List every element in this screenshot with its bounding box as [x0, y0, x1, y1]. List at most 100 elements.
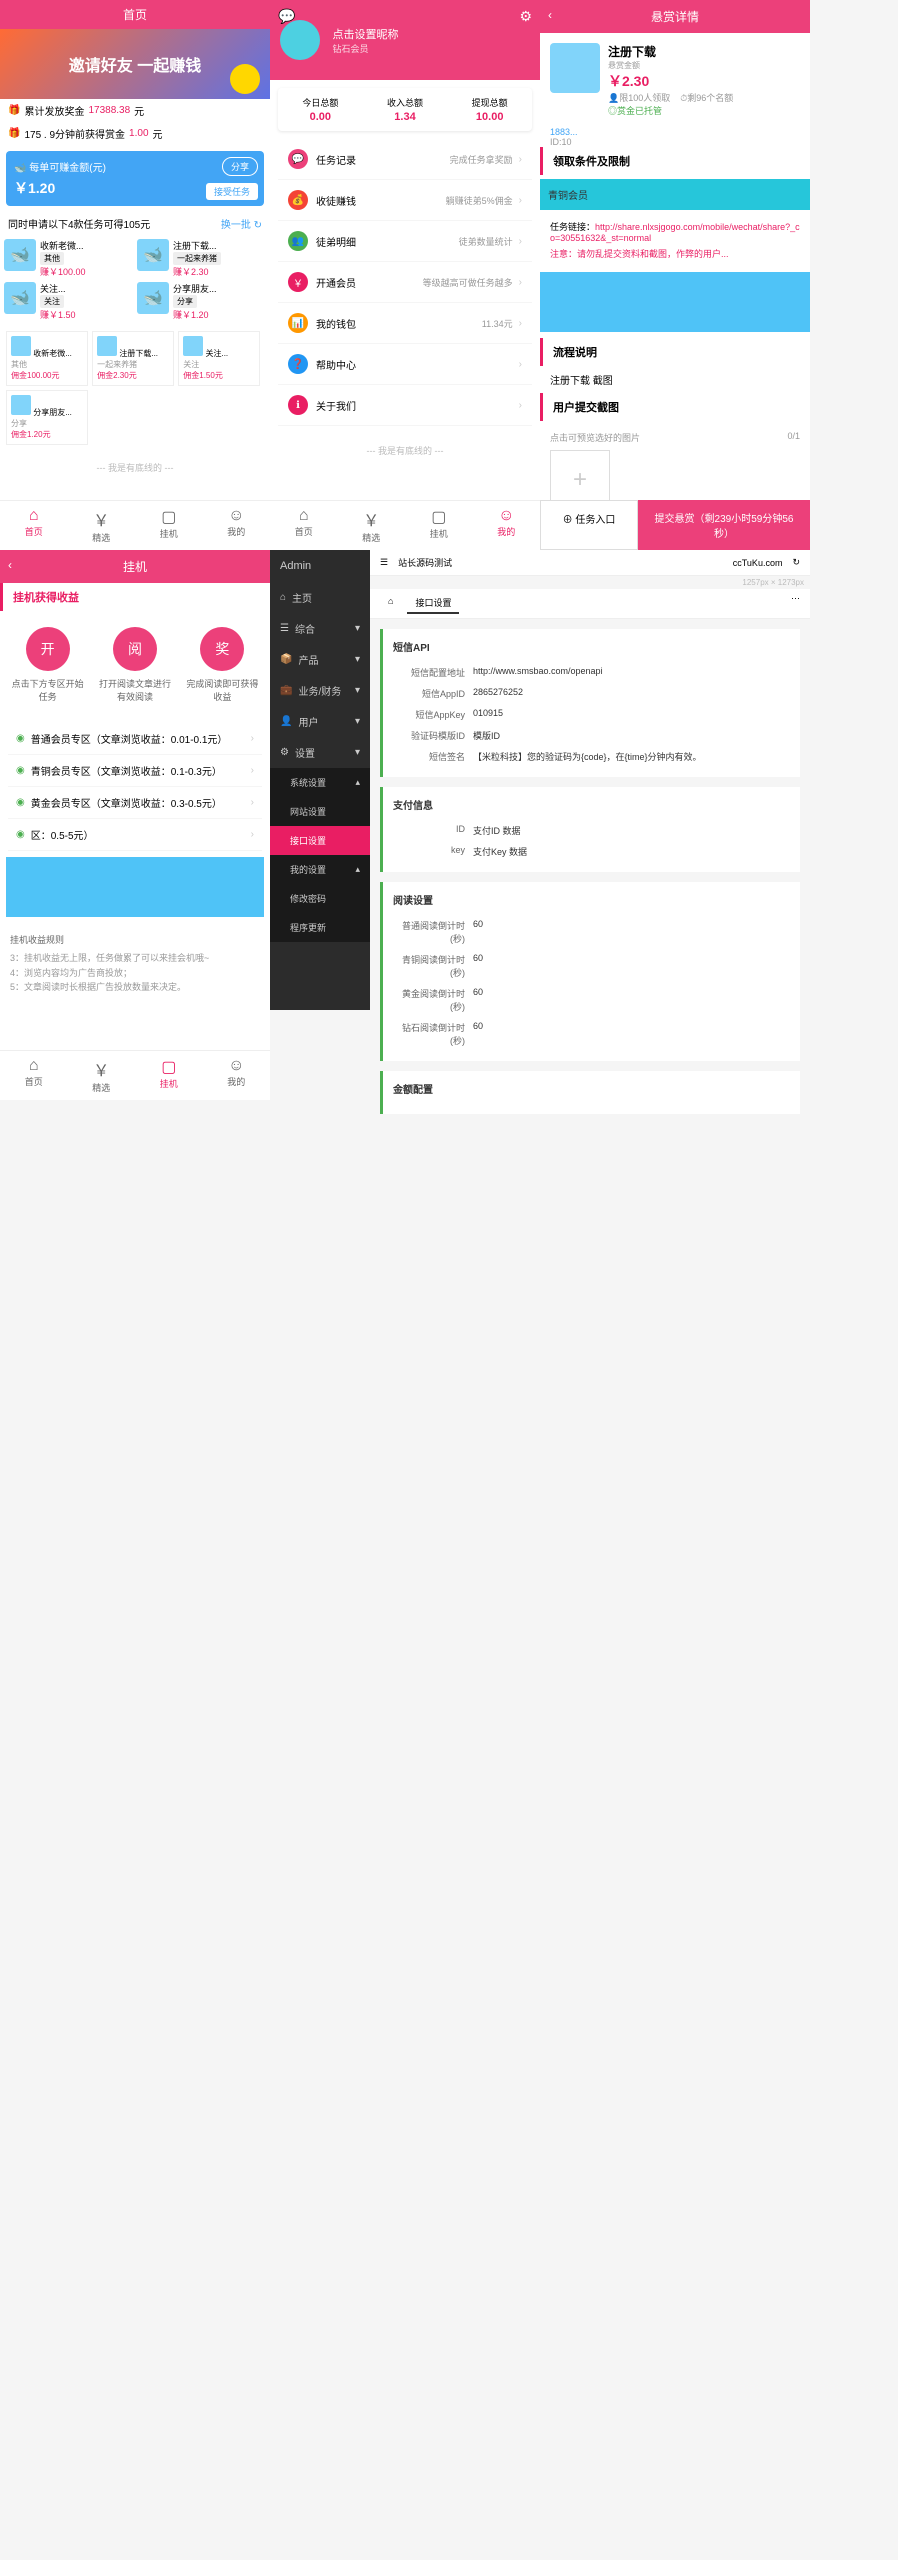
menu-item[interactable]: 💰收徒赚钱躺赚徒弟5%佣金› [278, 180, 532, 221]
whale-icon: 🐋 [137, 282, 169, 314]
avatar[interactable] [280, 20, 320, 60]
sidebar-subitem[interactable]: 接口设置 [270, 826, 370, 855]
settings-icon[interactable]: ⚙ [519, 8, 532, 25]
member-zone[interactable]: ◉普通会员专区（文章浏览收益：0.01-0.1元）› [8, 723, 262, 755]
tab-home[interactable]: ⌂首页 [0, 501, 68, 550]
featured-task-card[interactable]: 🐋 每单可赚金额(元) ￥1.20 分享 接受任务 [6, 151, 264, 206]
sidebar-subitem[interactable]: 我的设置▴ [270, 855, 370, 884]
warning-text: 注意：请勿乱提交资料和截图，作弊的用户... [550, 247, 800, 260]
task-entry-button[interactable]: ⊕ 任务入口 [540, 500, 638, 550]
content-tabs: ⌂ 接口设置 ⋯ [370, 589, 810, 619]
admin-main: ☰ 站长源码测试 ccTuKu.com ↻ 1257px × 1273px ⌂ … [370, 550, 810, 1010]
form-value[interactable]: 60 [473, 919, 483, 945]
balance-stat[interactable]: 收入总额1.34 [363, 88, 448, 131]
sidebar-item[interactable]: 👤用户▾ [270, 706, 370, 737]
menu-item[interactable]: 📊我的钱包11.34元› [278, 303, 532, 344]
tab-profile[interactable]: ☺我的 [203, 1051, 271, 1100]
sidebar-icon: ⌂ [280, 592, 286, 603]
sidebar-subitem[interactable]: 系统设置▴ [270, 768, 370, 797]
menu-item[interactable]: ℹ关于我们› [278, 385, 532, 426]
tab-interface-settings[interactable]: 接口设置 [407, 593, 459, 614]
accept-task-button[interactable]: 接受任务 [206, 183, 258, 200]
chevron-down-icon: ▾ [355, 623, 360, 634]
commission-task[interactable]: 注册下载...一起来养猪佣金2.30元 [92, 331, 174, 386]
task-item[interactable]: 🐋收新老微...其他赚￥100.00 [4, 239, 133, 278]
tab-featured[interactable]: ￥精选 [68, 501, 136, 550]
form-value[interactable]: http://www.smsbao.com/openapi [473, 666, 603, 679]
sidebar-item[interactable]: ⌂主页 [270, 582, 370, 613]
tab-hangup[interactable]: ▢挂机 [135, 501, 203, 550]
menu-icon[interactable]: ☰ [380, 557, 388, 568]
tab-home[interactable]: ⌂首页 [270, 501, 338, 550]
form-value[interactable]: 【米粒科技】您的验证码为{code}，在{time}分钟内有效。 [473, 750, 702, 763]
form-row: 普通阅读倒计时(秒)60 [393, 915, 790, 949]
sidebar-item[interactable]: 📦产品▾ [270, 644, 370, 675]
form-value[interactable]: 支付Key 数据 [473, 845, 527, 858]
sidebar-item[interactable]: ⚙设置▾ [270, 737, 370, 768]
sidebar-subitem[interactable]: 程序更新 [270, 913, 370, 942]
chevron-right-icon: › [519, 195, 522, 206]
task-item[interactable]: 🐋关注...关注赚￥1.50 [4, 282, 133, 321]
tab-home[interactable]: ⌂首页 [0, 1051, 68, 1100]
nickname[interactable]: 点击设置昵称 [332, 26, 398, 42]
tab-profile[interactable]: ☺我的 [473, 501, 541, 550]
task-item[interactable]: 🐋分享朋友...分享赚￥1.20 [137, 282, 266, 321]
refresh-button[interactable]: 换一批 ↻ [221, 216, 262, 231]
detail-header: ‹ 悬赏详情 [540, 0, 810, 33]
task-item[interactable]: 🐋注册下载...一起来养猪赚￥2.30 [137, 239, 266, 278]
end-line: --- 我是有底线的 --- [270, 434, 540, 467]
form-value[interactable]: 2865276252 [473, 687, 523, 700]
tab-hangup[interactable]: ▢挂机 [135, 1051, 203, 1100]
more-icon[interactable]: ⋯ [791, 593, 800, 614]
member-zone[interactable]: ◉区：0.5-5元）› [8, 819, 262, 851]
sidebar-item[interactable]: 💼业务/财务▾ [270, 675, 370, 706]
balance-stat[interactable]: 提现总额10.00 [447, 88, 532, 131]
sidebar-item[interactable]: ☰综合▾ [270, 613, 370, 644]
member-zone[interactable]: ◉青铜会员专区（文章浏览收益：0.1-0.3元）› [8, 755, 262, 787]
form-value[interactable]: 60 [473, 987, 483, 1013]
menu-item[interactable]: ￥开通会员等级越高可做任务越多› [278, 262, 532, 303]
tab-featured[interactable]: ￥精选 [68, 1051, 136, 1100]
back-icon[interactable]: ‹ [548, 8, 552, 22]
action-bar: ⊕ 任务入口 提交悬赏（剩239小时59分钟56秒） [540, 500, 810, 550]
chevron-right-icon: › [519, 277, 522, 288]
chevron-right-icon: › [519, 400, 522, 411]
tab-hangup[interactable]: ▢挂机 [405, 501, 473, 550]
form-value[interactable]: 60 [473, 1021, 483, 1047]
sidebar-icon: ☰ [280, 623, 289, 634]
back-icon[interactable]: ‹ [8, 558, 12, 572]
share-button[interactable]: 分享 [222, 157, 258, 176]
commission-task[interactable]: 分享朋友...分享佣金1.20元 [6, 390, 88, 445]
form-value[interactable]: 支付ID 数据 [473, 824, 521, 837]
chevron-right-icon: › [251, 829, 254, 840]
conditions-section: 领取条件及限制 [540, 147, 810, 175]
task-summary: 注册下载 悬赏金额 ￥2.30 👤限100人领取 ⏱剩96个名额 ◎赏金已托管 [540, 33, 810, 127]
profile-header: 💬 ⚙ 点击设置昵称 钻石会员 [270, 0, 540, 80]
submit-button[interactable]: 提交悬赏（剩239小时59分钟56秒） [638, 500, 810, 550]
earnings-section: 挂机获得收益 [0, 583, 270, 611]
commission-task[interactable]: 收新老微...其他佣金100.00元 [6, 331, 88, 386]
menu-item[interactable]: 💬任务记录完成任务拿奖励› [278, 139, 532, 180]
menu-item[interactable]: ❓帮助中心› [278, 344, 532, 385]
invite-banner[interactable]: 邀请好友 一起赚钱 [0, 29, 270, 99]
form-row: ID支付ID 数据 [393, 820, 790, 841]
tab-home-icon[interactable]: ⌂ [380, 593, 401, 614]
tab-profile[interactable]: ☺我的 [203, 501, 271, 550]
step-circle[interactable]: 开点击下方专区开始任务 [8, 627, 87, 703]
member-zone[interactable]: ◉黄金会员专区（文章浏览收益：0.3-0.5元）› [8, 787, 262, 819]
rules-text: 挂机收益规则3：挂机收益无上限，任务做累了可以来挂会机哦~4：浏览内容均为广告商… [0, 923, 270, 1005]
refresh-icon[interactable]: ↻ [792, 557, 800, 568]
chat-icon[interactable]: 💬 [278, 8, 295, 25]
form-value[interactable]: 模版ID [473, 729, 500, 742]
tab-featured[interactable]: ￥精选 [338, 501, 406, 550]
form-row: 黄金阅读倒计时(秒)60 [393, 983, 790, 1017]
sidebar-subitem[interactable]: 网站设置 [270, 797, 370, 826]
form-value[interactable]: 010915 [473, 708, 503, 721]
step-circle[interactable]: 奖完成阅读即可获得收益 [183, 627, 262, 703]
commission-task[interactable]: 关注...关注佣金1.50元 [178, 331, 260, 386]
sidebar-subitem[interactable]: 修改密码 [270, 884, 370, 913]
menu-item[interactable]: 👥徒弟明细徒弟数量统计› [278, 221, 532, 262]
balance-stat[interactable]: 今日总额0.00 [278, 88, 363, 131]
step-circle[interactable]: 阅打开阅读文章进行有效阅读 [95, 627, 174, 703]
form-value[interactable]: 60 [473, 953, 483, 979]
